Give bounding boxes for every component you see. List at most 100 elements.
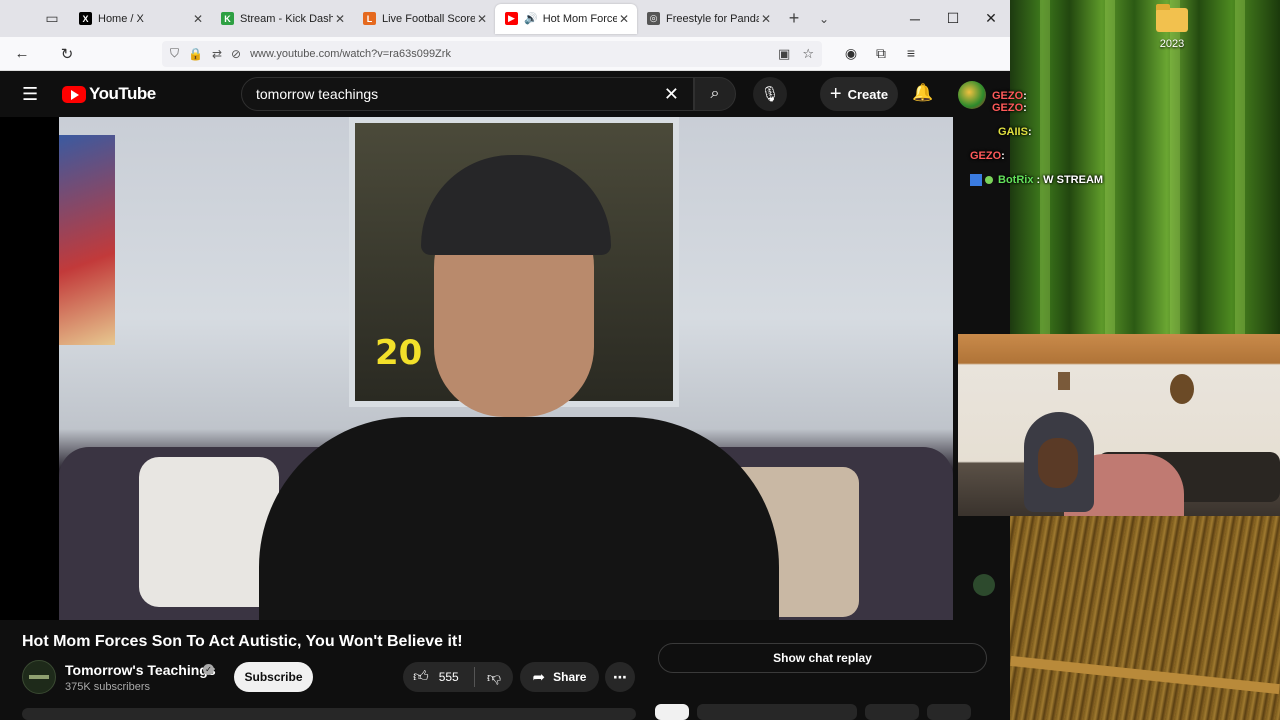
chat-text: : W STREAM <box>1036 174 1104 186</box>
url-text[interactable]: www.youtube.com/watch?v=ra63s099Zrk <box>250 48 766 60</box>
navigation-bar: ← ↻ ⛉ 🔒 ⇄ ⊘ www.youtube.com/watch?v=ra63… <box>0 37 1010 71</box>
address-bar[interactable]: ⛉ 🔒 ⇄ ⊘ www.youtube.com/watch?v=ra63s099… <box>162 40 822 67</box>
chat-username: GEZO <box>970 150 1002 162</box>
subscribe-button[interactable]: Subscribe <box>234 662 313 692</box>
chat-text: : <box>1023 90 1027 102</box>
notifications-bell-icon[interactable]: 🔔 <box>912 83 933 103</box>
chip[interactable] <box>927 704 971 720</box>
bot-badge-icon <box>985 176 993 184</box>
pillow <box>139 457 279 607</box>
share-icon: ➦ <box>532 669 546 686</box>
show-chat-replay-button[interactable]: Show chat replay <box>658 643 987 673</box>
tab-label: Live Football Scores, F <box>382 12 475 25</box>
chat-username: GEZO <box>992 102 1024 114</box>
close-window-icon[interactable]: ✕ <box>972 0 1010 37</box>
camera-off-icon[interactable]: ⊘ <box>231 47 241 61</box>
shield-icon[interactable]: ⛉ <box>170 46 179 61</box>
chip[interactable] <box>865 704 919 720</box>
webcam-overlay <box>958 334 1280 516</box>
chat-text: : <box>1027 126 1032 138</box>
share-button[interactable]: ➦ Share <box>520 662 599 692</box>
person-body <box>259 417 779 620</box>
chat-text: : <box>1023 102 1027 114</box>
chat-username: GAIIS <box>998 126 1028 138</box>
lock-icon[interactable]: 🔒 <box>188 47 203 61</box>
search-input[interactable]: tomorrow teachings ✕ <box>241 77 694 111</box>
search-query[interactable]: tomorrow teachings <box>256 86 664 102</box>
wall-clock <box>1170 374 1194 404</box>
tab-livescore[interactable]: L Live Football Scores, F ✕ <box>353 4 495 34</box>
stream-chat-overlay: GEZO : GEZO : GAIIS : GEZO : BotRix : W … <box>970 82 1270 194</box>
new-tab-icon[interactable]: + <box>779 8 809 29</box>
like-button[interactable]: 👍︎ 555 <box>403 667 475 687</box>
app-menu-icon[interactable]: ≡ <box>896 45 926 62</box>
tab-list-icon[interactable]: ▭ <box>35 4 69 34</box>
microphone-icon: 🎙 <box>760 86 780 103</box>
tab-x[interactable]: X Home / X ✕ <box>69 4 211 34</box>
close-tab-icon[interactable]: ✕ <box>759 12 773 26</box>
poster-text: 20 <box>375 333 423 373</box>
create-button[interactable]: + Create <box>820 77 898 111</box>
reload-icon[interactable]: ↻ <box>52 41 82 67</box>
verified-icon: ✓ <box>203 664 214 675</box>
video-player[interactable]: 20 <box>0 117 953 620</box>
wall-poster <box>59 135 115 345</box>
tab-chatgpt[interactable]: ◎ Freestyle for Panda ✕ <box>637 4 779 34</box>
extensions-icon[interactable]: ⧉ <box>866 45 896 62</box>
channel-avatar[interactable] <box>22 660 56 694</box>
video-title: Hot Mom Forces Son To Act Autistic, You … <box>22 633 463 650</box>
share-label: Share <box>553 670 587 684</box>
chip[interactable] <box>697 704 857 720</box>
chevron-down-icon[interactable]: ⌄ <box>809 12 839 26</box>
more-actions-icon[interactable]: ⋯ <box>605 662 635 692</box>
create-label: Create <box>847 86 889 102</box>
tab-label: Hot Mom Forces <box>542 12 617 25</box>
moderator-badge-icon <box>970 174 982 186</box>
tab-bar: ▭ X Home / X ✕ K Stream - Kick Dashbo ✕ … <box>0 0 1010 37</box>
minimize-icon[interactable]: ─ <box>896 0 934 37</box>
chat-text: : <box>1001 150 1005 162</box>
close-tab-icon[interactable]: ✕ <box>475 12 489 26</box>
close-tab-icon[interactable]: ✕ <box>333 12 347 26</box>
channel-watermark-icon[interactable] <box>973 574 995 596</box>
close-tab-icon[interactable]: ✕ <box>191 12 205 26</box>
description-box[interactable] <box>22 708 636 720</box>
voice-search-button[interactable]: 🎙 <box>753 77 787 111</box>
youtube-icon: ▶ <box>505 12 518 25</box>
search-button[interactable]: ⌕ <box>694 77 736 111</box>
tab-label: Freestyle for Panda <box>666 12 759 25</box>
tab-label: Stream - Kick Dashbo <box>240 12 333 25</box>
youtube-logo[interactable]: YouTube <box>62 84 156 104</box>
desktop-folder-label: 2023 <box>1159 38 1185 50</box>
permissions-icon[interactable]: ⇄ <box>212 47 222 61</box>
openai-icon: ◎ <box>647 12 660 25</box>
chip[interactable] <box>655 704 689 720</box>
tab-kick[interactable]: K Stream - Kick Dashbo ✕ <box>211 4 353 34</box>
x-logo-icon: X <box>79 12 92 25</box>
video-info: Hot Mom Forces Son To Act Autistic, You … <box>0 620 1010 720</box>
bookmark-star-icon[interactable]: ☆ <box>802 46 814 62</box>
video-frame[interactable]: 20 <box>59 117 953 620</box>
account-icon[interactable]: ◉ <box>836 45 866 62</box>
dislike-button[interactable]: 👎︎ <box>475 669 513 686</box>
livescore-icon: L <box>363 12 376 25</box>
desktop-folder[interactable]: 2023 <box>1154 4 1190 50</box>
speaker-icon[interactable]: 🔊 <box>524 12 538 25</box>
hamburger-menu-icon[interactable]: ☰ <box>22 84 42 105</box>
maximize-icon[interactable]: ☐ <box>934 0 972 37</box>
browser-window: ▭ X Home / X ✕ K Stream - Kick Dashbo ✕ … <box>0 0 1010 720</box>
folder-icon <box>1156 4 1188 32</box>
tab-youtube[interactable]: ▶ 🔊 Hot Mom Forces ✕ <box>495 3 637 34</box>
reader-mode-icon[interactable]: ▣ <box>778 46 790 62</box>
youtube-logo-text: YouTube <box>89 84 156 103</box>
channel-name[interactable]: Tomorrow's Teachings <box>65 662 216 678</box>
filter-chips <box>655 704 979 720</box>
chat-message: BotRix : W STREAM <box>970 166 1270 194</box>
back-icon[interactable]: ← <box>7 41 37 67</box>
youtube-header: ☰ YouTube tomorrow teachings ✕ ⌕ 🎙 + Cre… <box>0 71 1010 117</box>
close-tab-icon[interactable]: ✕ <box>617 12 631 26</box>
like-dislike-group: 👍︎ 555 👎︎ <box>403 662 513 692</box>
subscriber-count: 375K subscribers <box>65 681 150 693</box>
chat-username: GEZO <box>992 90 1024 102</box>
clear-search-icon[interactable]: ✕ <box>664 84 679 105</box>
